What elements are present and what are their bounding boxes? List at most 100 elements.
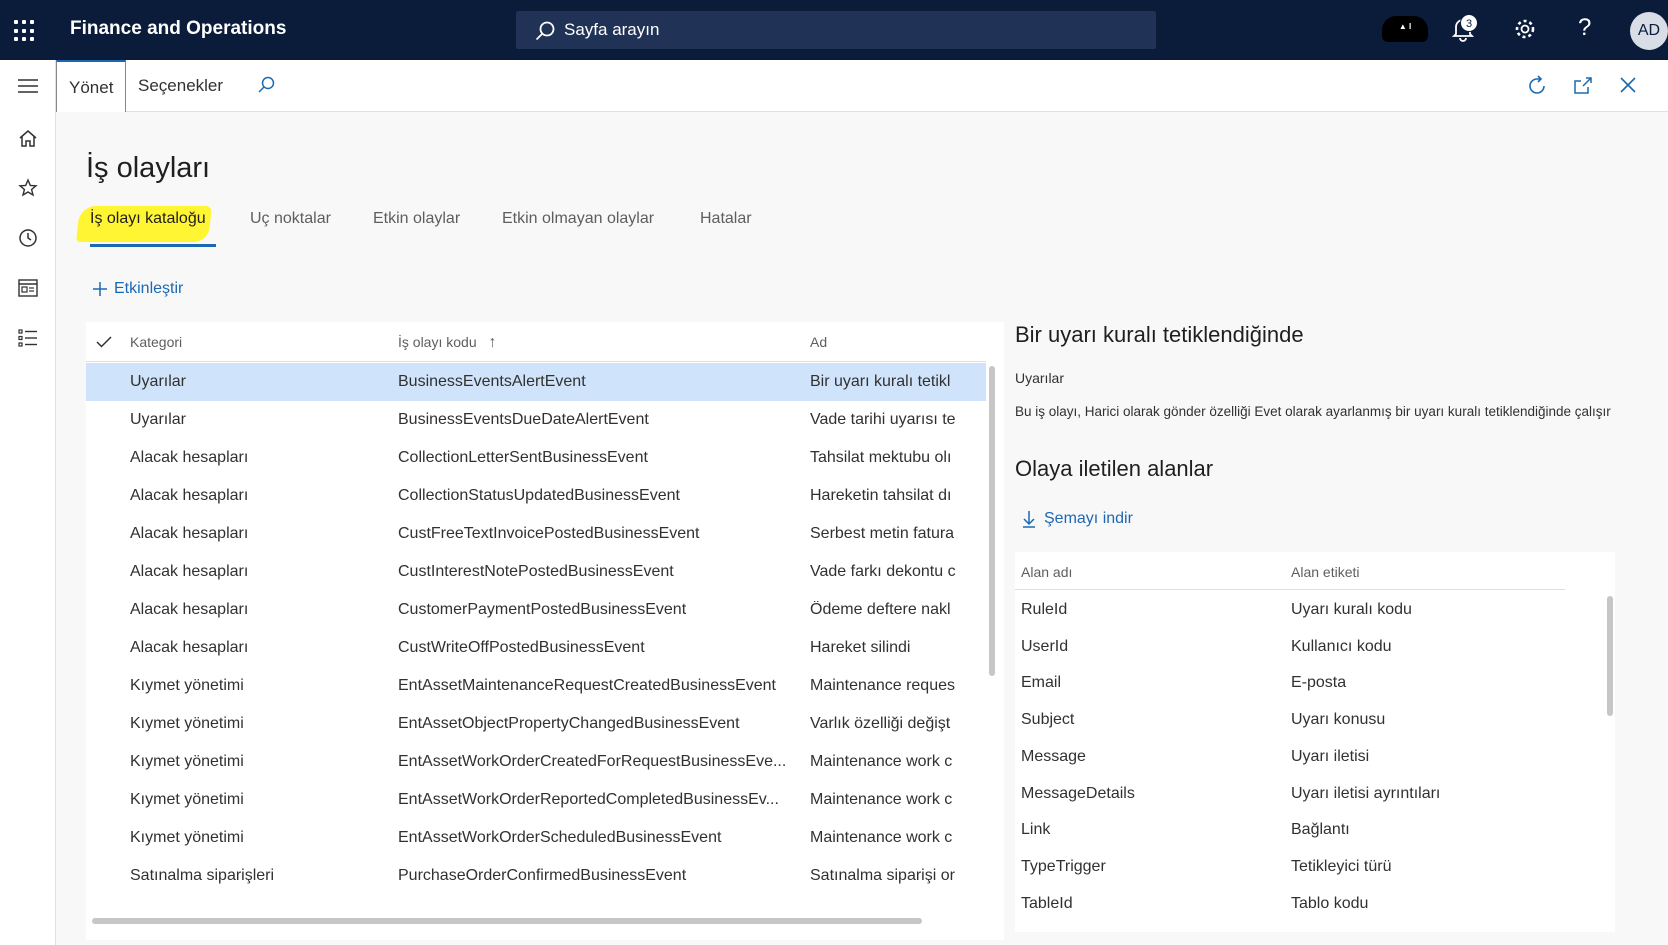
table-row[interactable]: Satınalma siparişleri PurchaseOrderConfir…: [86, 857, 986, 895]
app-launcher-icon[interactable]: [14, 20, 36, 42]
table-row[interactable]: Alacak hesapları CollectionLetterSentBusi…: [86, 439, 986, 477]
hamburger-menu-icon[interactable]: [14, 72, 42, 100]
cell-category: Kıymet yönetimi: [130, 753, 244, 770]
tab-inactive-events[interactable]: Etkin olmayan olaylar: [502, 210, 654, 228]
cell-event-code: EntAssetWorkOrderScheduledBusinessEvent: [398, 829, 722, 846]
page-title: İş olayları: [86, 152, 211, 184]
business-events-grid: Kategori İş olayı kodu ↑ Ad Uyarılar Busi…: [86, 322, 1004, 940]
grid-vertical-scrollbar[interactable]: [989, 366, 995, 676]
cell-event-code: CollectionStatusUpdatedBusinessEvent: [398, 487, 680, 504]
copilot-icon[interactable]: ▲ I: [1382, 16, 1428, 42]
plus-icon: [93, 282, 107, 296]
cell-category: Alacak hesapları: [130, 563, 249, 580]
cell-name: Vade farkı dekontu c: [810, 563, 956, 580]
table-row[interactable]: Kıymet yönetimi EntAssetWorkOrderSchedule…: [86, 819, 986, 857]
cell-name: Maintenance work c: [810, 829, 953, 846]
action-tab-manage[interactable]: Yönet: [56, 60, 127, 112]
user-avatar[interactable]: AD: [1630, 12, 1668, 50]
list-item[interactable]: Message Uyarı iletisi: [1015, 739, 1565, 776]
list-item[interactable]: TypeTrigger Tetikleyici türü: [1015, 849, 1565, 886]
list-item[interactable]: Email E-posta: [1015, 665, 1565, 702]
sort-ascending-icon: ↑: [488, 334, 497, 351]
cell-event-code: BusinessEventsAlertEvent: [398, 373, 586, 390]
action-search-icon[interactable]: [256, 75, 276, 95]
table-row[interactable]: Kıymet yönetimi EntAssetWorkOrderCreatedF…: [86, 743, 986, 781]
column-header-field-label[interactable]: Alan etiketi: [1291, 564, 1359, 580]
table-row[interactable]: Alacak hesapları CustInterestNotePostedBu…: [86, 553, 986, 591]
home-icon[interactable]: [14, 124, 42, 152]
cell-event-code: CustomerPaymentPostedBusinessEvent: [398, 601, 687, 618]
cell-name: Ödeme deftere nakl: [810, 601, 951, 618]
activate-button[interactable]: Etkinleştir: [92, 280, 183, 298]
column-header-field-name[interactable]: Alan adı: [1021, 564, 1072, 580]
open-in-new-window-icon[interactable]: [1572, 75, 1594, 97]
cell-category: Alacak hesapları: [130, 601, 249, 618]
workspaces-icon[interactable]: [14, 274, 42, 302]
close-icon[interactable]: [1618, 75, 1638, 95]
list-item[interactable]: RuleId Uyarı kuralı kodu: [1015, 592, 1565, 629]
field-name: UserId: [1021, 637, 1069, 655]
favorites-star-icon[interactable]: [14, 174, 42, 202]
help-icon[interactable]: ?: [1578, 14, 1591, 42]
global-search[interactable]: [516, 11, 1156, 49]
tab-errors[interactable]: Hatalar: [700, 210, 752, 228]
cell-name: Maintenance work c: [810, 791, 953, 808]
cell-event-code: BusinessEventsDueDateAlertEvent: [398, 411, 649, 428]
table-row[interactable]: Alacak hesapları CollectionStatusUpdatedB…: [86, 477, 986, 515]
detail-category: Uyarılar: [1015, 370, 1065, 386]
cell-name: Serbest metin fatura: [810, 525, 955, 542]
field-label: Tablo kodu: [1291, 894, 1369, 912]
table-row[interactable]: Kıymet yönetimi EntAssetMaintenanceReques…: [86, 667, 986, 705]
detail-title: Bir uyarı kuralı tetiklendiğinde: [1015, 322, 1304, 347]
table-row[interactable]: Uyarılar BusinessEventsAlertEvent Bir uyar…: [86, 363, 986, 401]
list-item[interactable]: Link Bağlantı: [1015, 812, 1565, 849]
gear-icon[interactable]: [1514, 18, 1536, 40]
field-label: Kullanıcı kodu: [1291, 637, 1392, 655]
tab-endpoints[interactable]: Uç noktalar: [250, 210, 331, 228]
list-item[interactable]: Subject Uyarı konusu: [1015, 702, 1565, 739]
table-row[interactable]: Alacak hesapları CustomerPaymentPostedBus…: [86, 591, 986, 629]
active-tab-indicator: [90, 244, 216, 247]
list-item[interactable]: UserId Kullanıcı kodu: [1015, 629, 1565, 666]
cell-event-code: EntAssetMaintenanceRequestCreatedBusines…: [398, 677, 776, 694]
download-arrow-icon: [1023, 511, 1035, 528]
notification-badge: 3: [1460, 14, 1478, 32]
field-label: Uyarı iletisi ayrıntıları: [1291, 784, 1441, 802]
fields-vertical-scrollbar[interactable]: [1607, 596, 1613, 716]
cell-name: Varlık özelliği değişt: [810, 715, 951, 732]
cell-category: Alacak hesapları: [130, 449, 249, 466]
cell-event-code: CustInterestNotePostedBusinessEvent: [398, 563, 674, 580]
cell-category: Kıymet yönetimi: [130, 791, 244, 808]
cell-event-code: CollectionLetterSentBusinessEvent: [398, 449, 648, 466]
table-row[interactable]: Uyarılar BusinessEventsDueDateAlertEvent V…: [86, 401, 986, 439]
cell-category: Satınalma siparişleri: [130, 867, 275, 884]
table-row[interactable]: Kıymet yönetimi EntAssetObjectPropertyCha…: [86, 705, 986, 743]
table-row[interactable]: Alacak hesapları CustWriteOffPostedBusine…: [86, 629, 986, 667]
field-name: Email: [1021, 674, 1062, 692]
column-header-category[interactable]: Kategori: [130, 334, 182, 350]
list-item[interactable]: MessageDetails Uyarı iletisi ayrıntıları: [1015, 776, 1565, 813]
table-row[interactable]: Alacak hesapları CustFreeTextInvoicePoste…: [86, 515, 986, 553]
grid-horizontal-scrollbar[interactable]: [92, 918, 922, 924]
action-tab-options[interactable]: Seçenekler: [126, 60, 235, 112]
column-header-event-code[interactable]: İş olayı kodu ↑: [398, 334, 497, 352]
cell-category: Uyarılar: [130, 373, 187, 390]
cell-name: Maintenance reques: [810, 677, 955, 694]
field-label: Uyarı iletisi: [1291, 747, 1370, 765]
table-row[interactable]: Kıymet yönetimi EntAssetWorkOrderReported…: [86, 781, 986, 819]
download-schema-label: Şemayı indir: [1044, 510, 1133, 527]
recent-clock-icon[interactable]: [14, 224, 42, 252]
modules-list-icon[interactable]: [14, 324, 42, 352]
refresh-icon[interactable]: [1526, 75, 1548, 97]
list-item[interactable]: TableId Tablo kodu: [1015, 886, 1565, 923]
download-schema-button[interactable]: Şemayı indir: [1022, 510, 1133, 528]
search-icon: [535, 21, 555, 41]
search-input[interactable]: [564, 19, 1124, 41]
app-title[interactable]: Finance and Operations: [70, 18, 286, 40]
select-all-checkmark-icon[interactable]: [96, 336, 112, 348]
event-fields-grid: Alan adı Alan etiketi RuleId Uyarı kuralı…: [1015, 552, 1615, 932]
column-header-name[interactable]: Ad: [810, 334, 827, 350]
tab-active-events[interactable]: Etkin olaylar: [373, 210, 460, 228]
tab-business-event-catalog[interactable]: İş olayı kataloğu: [90, 210, 206, 228]
cell-category: Alacak hesapları: [130, 487, 249, 504]
